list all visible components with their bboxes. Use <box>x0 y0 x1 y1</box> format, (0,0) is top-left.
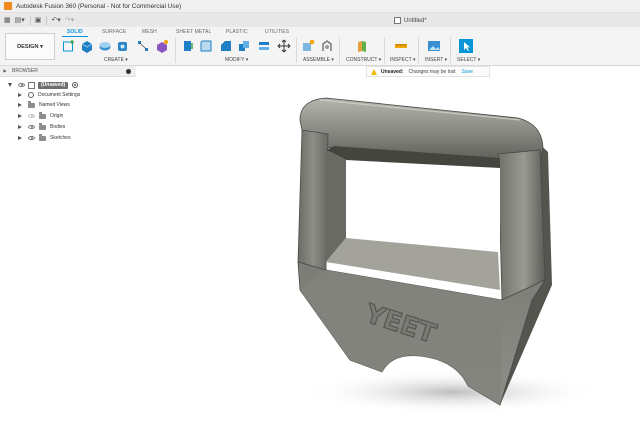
workspace-label: DESIGN <box>17 43 39 50</box>
visibility-eye-icon[interactable] <box>28 125 35 129</box>
expand-arrow-icon[interactable] <box>18 93 22 97</box>
modify-menu[interactable]: MODIFY ▾ <box>225 57 248 63</box>
expand-arrow-icon[interactable] <box>18 114 22 118</box>
tab-utilities[interactable]: UTILITIES <box>265 29 289 35</box>
document-tab-label: Untitled* <box>404 17 427 24</box>
unsaved-message: Changes may be lost <box>408 68 456 75</box>
modify-menu-label: MODIFY <box>225 57 245 63</box>
browser-item-origin[interactable]: Origin <box>0 111 63 121</box>
document-icon <box>394 17 401 24</box>
collapse-browser-icon[interactable] <box>3 69 7 73</box>
undo-icon[interactable]: ↶▾ <box>51 15 60 25</box>
expand-arrow-icon[interactable] <box>8 83 12 87</box>
toolbar: DESIGN ▾ SOLID SURFACE MESH SHEET METAL … <box>0 27 640 66</box>
revolve-icon[interactable] <box>98 39 112 53</box>
root-label: (Unsaved) <box>38 81 69 89</box>
folder-icon <box>28 101 35 108</box>
browser-item-label: Document Settings <box>38 92 81 98</box>
document-icon <box>28 81 35 89</box>
browser-item-label: Bodies <box>50 124 66 130</box>
tab-solid[interactable]: SOLID <box>67 29 83 35</box>
pin-browser-icon[interactable] <box>126 68 131 74</box>
construct-menu-label: CONSTRUCT <box>346 57 378 63</box>
inspect-menu-label: INSPECT <box>390 57 412 63</box>
folder-icon <box>39 112 46 119</box>
tab-sheet-metal[interactable]: SHEET METAL <box>176 29 211 35</box>
folder-icon <box>39 123 46 130</box>
model-left-leg <box>297 129 329 271</box>
warning-icon <box>371 68 377 75</box>
document-tab[interactable]: Untitled* <box>394 15 427 26</box>
expand-arrow-icon[interactable] <box>18 103 22 107</box>
insert-image-icon[interactable] <box>427 39 441 53</box>
workspace-switcher-button[interactable]: DESIGN ▾ <box>5 33 55 60</box>
expand-arrow-icon[interactable] <box>18 125 22 129</box>
extrude-icon[interactable] <box>80 39 94 53</box>
select-cursor-icon[interactable] <box>459 39 473 53</box>
browser-item-label: Origin <box>50 113 64 119</box>
create-sketch-icon[interactable] <box>62 39 76 53</box>
create-form-icon[interactable] <box>155 39 169 53</box>
unsaved-banner: Unsaved: Changes may be lost Save <box>366 66 490 77</box>
combine-icon[interactable] <box>257 39 271 53</box>
create-menu-label: CREATE <box>104 57 124 63</box>
browser-header[interactable]: BROWSER <box>0 66 136 77</box>
active-radio-icon[interactable] <box>72 82 79 88</box>
browser-item-sketches[interactable]: Sketches <box>0 133 71 143</box>
visibility-eye-icon[interactable] <box>28 114 35 118</box>
quick-access-bar: ▦ ▤▾ ▣ ↶▾ ↷▾ <box>0 13 640 27</box>
expand-arrow-icon[interactable] <box>18 136 22 140</box>
chamfer-icon[interactable] <box>219 39 233 53</box>
folder-icon <box>39 134 46 141</box>
browser-title: BROWSER <box>12 68 38 74</box>
browser-item-label: Named Views <box>39 102 70 108</box>
insert-menu[interactable]: INSERT ▾ <box>425 57 447 63</box>
inspect-menu[interactable]: INSPECT ▾ <box>390 57 416 63</box>
canvas-viewport[interactable]: YEET <box>136 77 640 422</box>
redo-icon[interactable]: ↷▾ <box>65 15 74 25</box>
press-pull-icon[interactable] <box>181 39 195 53</box>
insert-menu-label: INSERT <box>425 57 444 63</box>
create-menu[interactable]: CREATE ▾ <box>104 57 128 63</box>
shell-icon[interactable] <box>237 39 251 53</box>
browser-item-label: Sketches <box>50 135 71 141</box>
ground-shadow <box>302 370 602 414</box>
tab-surface[interactable]: SURFACE <box>102 29 126 35</box>
loft-icon[interactable] <box>136 39 150 53</box>
select-menu[interactable]: SELECT ▾ <box>457 57 480 63</box>
tab-plastic[interactable]: PLASTIC <box>226 29 248 35</box>
assemble-menu-label: ASSEMBLE <box>303 57 330 63</box>
tab-mesh[interactable]: MESH <box>142 29 157 35</box>
construct-menu[interactable]: CONSTRUCT ▾ <box>346 57 381 63</box>
data-panel-grid-icon[interactable]: ▦ <box>4 15 11 25</box>
move-icon[interactable] <box>277 39 291 53</box>
select-menu-label: SELECT <box>457 57 477 63</box>
file-menu-icon[interactable]: ▤▾ <box>15 15 25 25</box>
browser-item-bodies[interactable]: Bodies <box>0 122 65 132</box>
visibility-eye-icon[interactable] <box>18 83 25 87</box>
settings-gear-icon <box>28 92 34 98</box>
measure-icon[interactable] <box>394 39 408 53</box>
browser-root-item[interactable]: (Unsaved) <box>0 80 79 90</box>
browser-item-document-settings[interactable]: Document Settings <box>0 90 80 100</box>
joint-icon[interactable] <box>320 39 334 53</box>
browser-item-named-views[interactable]: Named Views <box>0 100 70 110</box>
save-button[interactable]: Save <box>462 69 473 75</box>
sweep-icon[interactable] <box>116 39 130 53</box>
offset-plane-icon[interactable] <box>355 39 369 53</box>
save-icon[interactable]: ▣ <box>35 15 42 25</box>
visibility-eye-icon[interactable] <box>28 136 35 140</box>
new-component-icon[interactable] <box>301 39 315 53</box>
fillet-icon[interactable] <box>199 39 213 53</box>
assemble-menu[interactable]: ASSEMBLE ▾ <box>303 57 334 63</box>
title-bar: Autodesk Fusion 360 (Personal - Not for … <box>0 0 640 13</box>
model-right-leg <box>497 149 546 301</box>
model-render[interactable]: YEET <box>136 77 640 422</box>
unsaved-label: Unsaved: <box>381 68 404 75</box>
window-title: Autodesk Fusion 360 (Personal - Not for … <box>16 2 182 10</box>
fusion-logo-icon <box>4 2 12 10</box>
